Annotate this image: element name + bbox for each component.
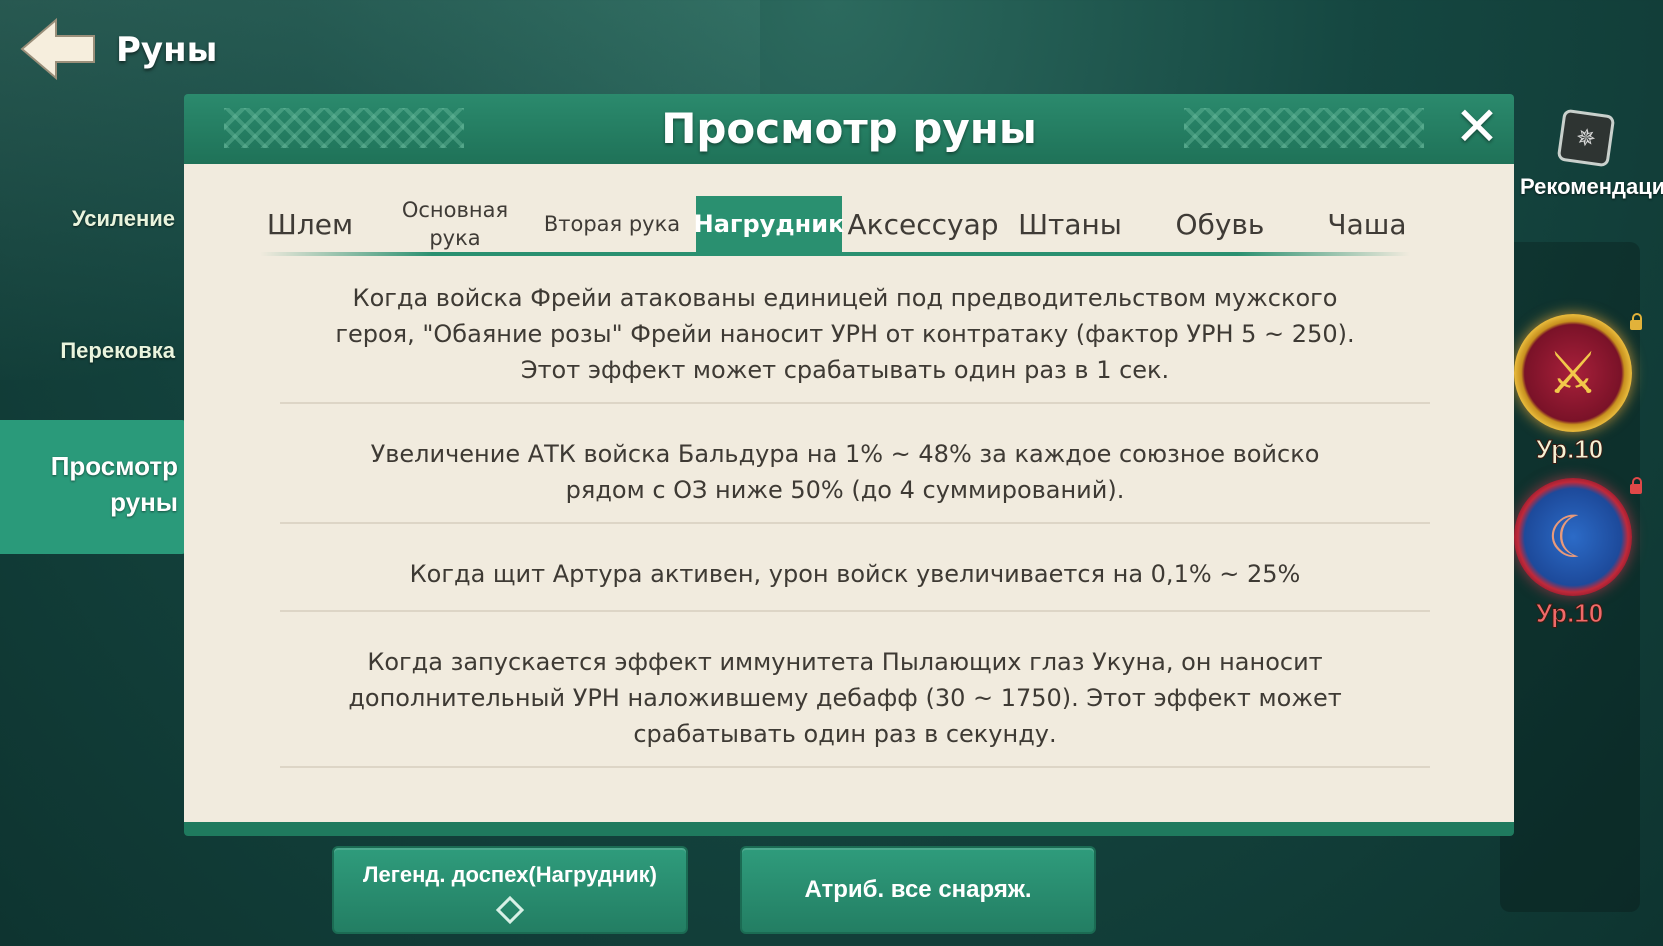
back-arrow-icon[interactable] — [18, 16, 98, 82]
modal-bottom-edge — [184, 822, 1514, 836]
rune-slot-1[interactable]: ⚔ — [1514, 314, 1632, 432]
legend-armor-label: Легенд. доспех(Нагрудник) — [363, 862, 657, 887]
divider — [280, 766, 1430, 768]
diamond-icon — [495, 895, 525, 925]
tab-pants[interactable]: Штаны — [1010, 196, 1130, 252]
nav-item-rune-view[interactable]: Просмотр руны — [0, 420, 186, 554]
tab-boots[interactable]: Обувь — [1160, 196, 1280, 252]
tabs-underline — [260, 252, 1410, 256]
tab-cup[interactable]: Чаша — [1312, 196, 1422, 252]
tab-helmet[interactable]: Шлем — [250, 196, 370, 252]
lock-icon — [1630, 313, 1642, 330]
legend-armor-button[interactable]: Легенд. доспех(Нагрудник) — [332, 846, 688, 934]
nav-item-reforge[interactable]: Перековка — [60, 338, 175, 364]
tab-main-hand[interactable]: Основная рука — [390, 196, 520, 252]
rune-effect-2: Увеличение АТК войска Бальдура на 1% ~ 4… — [370, 440, 1320, 504]
modal-title: Просмотр руны — [661, 104, 1037, 153]
rune-effect-1: Когда войска Фрейи атакованы единицей по… — [335, 284, 1355, 384]
compass-icon[interactable]: ✵ — [1556, 108, 1616, 168]
tab-chest[interactable]: Нагрудник — [694, 196, 844, 252]
rune-effect-3: Когда щит Артура активен, урон войск уве… — [409, 560, 1301, 588]
divider — [280, 610, 1430, 612]
rune-level-1: Ур.10 — [1535, 434, 1604, 465]
rune-effect-4: Когда запускается эффект иммунитета Пыла… — [348, 648, 1342, 748]
divider — [280, 522, 1430, 524]
tab-accessory[interactable]: Аксессуар — [848, 196, 999, 252]
nav-item-label: Просмотр руны — [50, 451, 178, 517]
divider — [280, 402, 1430, 404]
close-icon[interactable]: ✕ — [1452, 100, 1502, 154]
modal-header: Просмотр руны ✕ — [184, 94, 1514, 164]
all-gear-attributes-button[interactable]: Атриб. все снаряж. — [740, 846, 1096, 934]
trident-icon: ⚔ — [1547, 339, 1599, 407]
tab-off-hand[interactable]: Вторая рука — [532, 196, 692, 252]
page-title: Руны — [116, 30, 218, 70]
dragon-icon: ☾ — [1547, 503, 1599, 571]
recommendations-label[interactable]: Рекомендации — [1520, 174, 1663, 200]
rune-level-2: Ур.10 — [1535, 598, 1604, 629]
all-gear-attributes-label: Атриб. все снаряж. — [804, 876, 1032, 903]
equipment-tabs: Шлем Основная рука Вторая рука Нагрудник… — [80, 196, 1407, 252]
lock-icon — [1630, 477, 1642, 494]
rune-slot-2[interactable]: ☾ — [1514, 478, 1632, 596]
